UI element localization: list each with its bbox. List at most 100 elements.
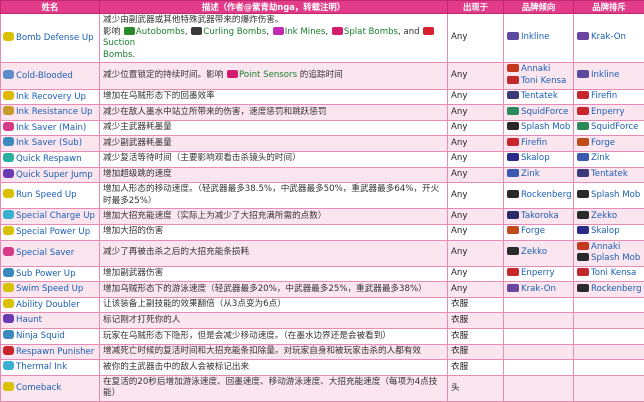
ability-name-link[interactable]: Quick Super Jump (16, 170, 93, 180)
ability-icon (3, 122, 14, 131)
brand-favored-cell: Splash Mob (504, 120, 574, 136)
brand-favored-cell: Forge (504, 224, 574, 240)
description-text: , (325, 27, 330, 37)
header-brand-unfavored[interactable]: 品牌排斥 (574, 1, 644, 14)
brand-link[interactable]: Krak-On (591, 32, 626, 42)
brand-link[interactable]: Toni Kensa (591, 268, 636, 278)
ability-name-link[interactable]: Respawn Punisher (16, 347, 94, 357)
brand-favored-cell (504, 297, 574, 313)
header-brand-favored[interactable]: 品牌倾向 (504, 1, 574, 14)
ability-name-link[interactable]: Ninja Squid (16, 331, 65, 341)
header-appears-in[interactable]: 出现于 (448, 1, 504, 14)
brand-logo-icon (507, 284, 519, 292)
ability-name-link[interactable]: Bomb Defense Up (16, 33, 94, 43)
ability-icon (3, 226, 14, 235)
ability-name-link[interactable]: Ability Doubler (16, 300, 80, 310)
ability-name-link[interactable]: Ink Saver (Sub) (16, 138, 82, 148)
ability-name-link[interactable]: Special Saver (16, 248, 74, 258)
ability-description-cell: 减少复活等待时间（主要影响观看击杀镜头的时间） (100, 151, 448, 167)
appears-in-cell: Any (448, 167, 504, 183)
weapon-link[interactable]: Splat Bombs (344, 27, 398, 37)
brand-link[interactable]: Inkline (521, 32, 549, 42)
brand-link[interactable]: Firefin (591, 91, 617, 101)
ability-name-link[interactable]: Quick Respawn (16, 154, 82, 164)
brand-link[interactable]: Rockenberg (521, 190, 572, 200)
table-row: Comeback在复活的20秒后增加游泳速度、回墨速度、移动游泳速度、大招充能速… (1, 375, 644, 401)
brand-logo-icon (577, 284, 589, 292)
table-row: Ink Resistance Up减少在敌人墨水中站立所带来的伤害，速度惩罚和跳… (1, 105, 644, 121)
brand-unfavored-cell (574, 297, 644, 313)
header-description[interactable]: 描述（作者@紫青劫nga，转载注明） (100, 1, 448, 14)
appears-in-cell: Any (448, 136, 504, 152)
ability-name-link[interactable]: Sub Power Up (16, 269, 76, 279)
ability-name-link[interactable]: Special Power Up (16, 227, 90, 237)
ability-name-link[interactable]: Ink Resistance Up (16, 107, 92, 117)
ability-description-cell: 被你的主武器击中的敌人会被标记出来 (100, 360, 448, 376)
ability-name-link[interactable]: Ink Recovery Up (16, 92, 86, 102)
ability-name-link[interactable]: Thermal Ink (16, 362, 67, 372)
ability-icon (3, 299, 14, 308)
brand-link[interactable]: Annaki (591, 242, 620, 252)
brand-link[interactable]: Krak-On (521, 284, 556, 294)
ability-name-link[interactable]: Run Speed Up (16, 190, 77, 200)
brand-link[interactable]: Splash Mob (591, 253, 640, 263)
description-text: 增加副武器伤害 (103, 268, 163, 278)
brand-link[interactable]: Forge (521, 226, 545, 236)
brand-link[interactable]: Splash Mob (591, 190, 640, 200)
ability-icon (3, 210, 14, 219)
brand-link[interactable]: Rockenberg (591, 284, 642, 294)
description-text: 玩家在乌贼形态下隐形，但是会减少移动速度。（在墨水边界还是会被看到） (103, 331, 391, 341)
ability-name-link[interactable]: Comeback (16, 383, 61, 393)
brand-logo-icon (577, 107, 589, 115)
brand-link[interactable]: Zink (591, 153, 610, 163)
ability-icon (3, 153, 14, 162)
brand-link[interactable]: Takoroka (521, 211, 559, 221)
ability-description-cell: 增减死亡时候的复活时间和大招充能条扣除量。对玩家自身和被玩家击杀的人都有效 (100, 344, 448, 360)
brand-link[interactable]: Zekko (521, 247, 547, 257)
brand-link[interactable]: Tentatek (521, 91, 558, 101)
brand-unfavored-cell: Zekko (574, 209, 644, 225)
brand-link[interactable]: Firefin (521, 138, 547, 148)
weapon-link[interactable]: Point Sensors (239, 70, 297, 80)
ability-description-cell: 增加超级跳的速度 (100, 167, 448, 183)
ability-description-cell: 减少主武器耗墨量 (100, 120, 448, 136)
weapon-link[interactable]: Bombs (103, 50, 132, 60)
brand-link[interactable]: Annaki (521, 64, 550, 74)
weapon-link[interactable]: Suction (103, 38, 135, 48)
weapon-link[interactable]: Curling Bombs (203, 27, 266, 37)
ability-icon (3, 32, 14, 41)
brand-link[interactable]: Skalop (521, 153, 550, 163)
ability-name-link[interactable]: Haunt (16, 315, 42, 325)
table-row: Haunt标记刚才打死你的人衣服 (1, 313, 644, 329)
ability-name-link[interactable]: Special Charge Up (16, 211, 95, 221)
ability-name-link[interactable]: Cold-Blooded (16, 71, 73, 81)
brand-logo-icon (577, 138, 589, 146)
brand-link[interactable]: Zekko (591, 211, 617, 221)
brand-link[interactable]: SquidForce (521, 107, 568, 117)
brand-link[interactable]: Tentatek (591, 169, 628, 179)
description-text: 增加乌贼形态下的游泳速度（轻武器最多20%，中武器最多25%，重武器最多38%） (103, 284, 427, 294)
brand-unfavored-cell: Rockenberg (574, 282, 644, 298)
header-name[interactable]: 姓名 (1, 1, 100, 14)
brand-link[interactable]: Splash Mob (521, 122, 570, 132)
brand-unfavored-cell (574, 360, 644, 376)
ability-description-cell: 增加大招的伤害 (100, 224, 448, 240)
brand-link[interactable]: Skalop (591, 226, 620, 236)
ability-name-link[interactable]: Swim Speed Up (16, 284, 83, 294)
brand-link[interactable]: Enperry (521, 268, 555, 278)
brand-link[interactable]: Toni Kensa (521, 76, 566, 86)
description-text: 减少主武器耗墨量 (103, 122, 172, 132)
brand-unfavored-cell: SquidForce (574, 120, 644, 136)
weapon-link[interactable]: Ink Mines (285, 27, 326, 37)
description-text: 减少了再被击杀之后的大招充能条损耗 (103, 247, 249, 257)
ability-name-link[interactable]: Ink Saver (Main) (16, 123, 86, 133)
brand-link[interactable]: SquidForce (591, 122, 638, 132)
brand-link[interactable]: Zink (521, 169, 540, 179)
brand-link[interactable]: Inkline (591, 70, 619, 80)
description-text: 增加人形态的移动速度。（轻武器最多38.5%，中武器最多50%，重武器最多64%… (103, 184, 439, 206)
ability-description-cell: 标记刚才打死你的人 (100, 313, 448, 329)
brand-link[interactable]: Forge (591, 138, 615, 148)
weapon-link[interactable]: Autobombs (136, 27, 185, 37)
brand-link[interactable]: Enperry (591, 107, 625, 117)
header-row: 姓名 描述（作者@紫青劫nga，转载注明） 出现于 品牌倾向 品牌排斥 (1, 1, 644, 14)
